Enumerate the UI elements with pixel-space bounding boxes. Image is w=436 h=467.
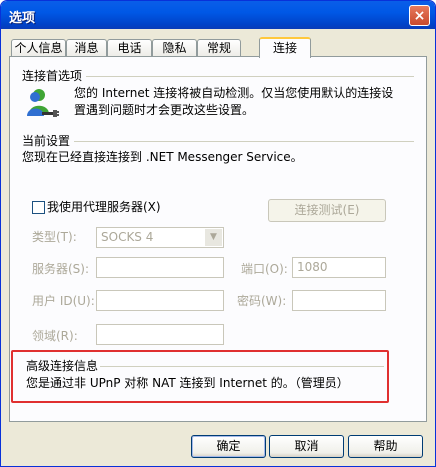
- options-dialog: 选项 × 个人信息 消息 电话 隐私 常规 连接 连接首选项 您的 Intern: [0, 0, 436, 467]
- ok-button[interactable]: 确定: [191, 435, 266, 458]
- help-button[interactable]: 帮助: [348, 435, 423, 458]
- tab-privacy[interactable]: 隐私: [152, 39, 197, 57]
- messenger-connection-icon: [26, 87, 60, 121]
- preferences-divider: [86, 76, 414, 77]
- cancel-button[interactable]: 取消: [269, 435, 344, 458]
- current-settings-divider: [74, 141, 414, 142]
- proxy-user-input[interactable]: [96, 290, 224, 311]
- proxy-user-label: 用户 ID(U):: [32, 294, 95, 308]
- proxy-domain-input[interactable]: [96, 324, 224, 345]
- close-button[interactable]: ×: [409, 5, 430, 26]
- preferences-description-line2: 置遇到问题时才会更改这些设置。: [74, 103, 255, 117]
- proxy-password-label: 密码(W):: [237, 294, 287, 308]
- chevron-down-icon[interactable]: ▼: [205, 229, 222, 246]
- proxy-type-select[interactable]: SOCKS 4 ▼: [96, 227, 224, 248]
- proxy-server-label: 服务器(S):: [32, 262, 90, 276]
- proxy-password-input[interactable]: [292, 290, 386, 311]
- tab-connection[interactable]: 连接: [259, 37, 311, 58]
- preferences-description-line1: 您的 Internet 连接将被自动检测。仅当您使用默认的连接设: [74, 86, 394, 100]
- current-status-text: 您现在已经直接连接到 .NET Messenger Service。: [22, 150, 303, 164]
- window-title: 选项: [9, 11, 36, 26]
- use-proxy-checkbox[interactable]: [32, 201, 45, 214]
- proxy-port-label: 端口(O):: [241, 262, 288, 276]
- proxy-port-input[interactable]: 1080: [292, 257, 386, 278]
- tab-personal[interactable]: 个人信息: [11, 39, 66, 57]
- tab-general[interactable]: 常规: [197, 39, 241, 57]
- proxy-type-value: SOCKS 4: [101, 230, 154, 244]
- title-bar[interactable]: 选项 ×: [1, 1, 435, 29]
- proxy-server-input[interactable]: [96, 257, 224, 278]
- connection-test-button[interactable]: 连接测试(E): [268, 199, 386, 222]
- use-proxy-label[interactable]: 我使用代理服务器(X): [47, 199, 161, 216]
- proxy-type-label: 类型(T):: [32, 230, 77, 244]
- tab-phone[interactable]: 电话: [107, 39, 152, 57]
- preferences-heading: 连接首选项: [22, 69, 83, 83]
- tab-messages[interactable]: 消息: [66, 39, 107, 57]
- highlight-box: [11, 350, 389, 403]
- current-settings-heading: 当前设置: [22, 134, 71, 148]
- proxy-domain-label: 领域(R):: [32, 329, 78, 343]
